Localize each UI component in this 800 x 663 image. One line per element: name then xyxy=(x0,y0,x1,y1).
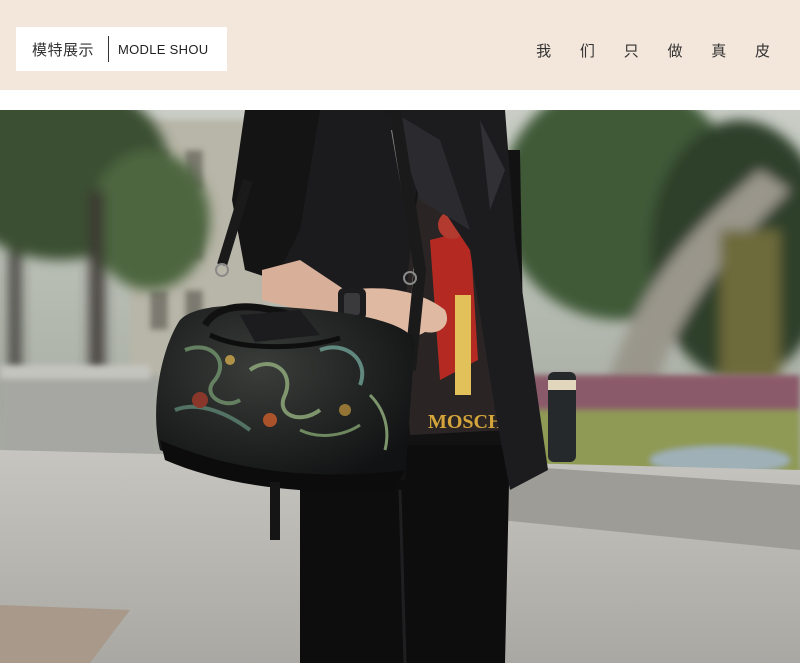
section-label-english: MODLE SHOU xyxy=(118,41,209,57)
label-divider xyxy=(108,36,110,62)
brand-tagline: 我 们 只 做 真 皮 xyxy=(536,42,782,60)
model-photo-illustration: MOSCHINO xyxy=(0,110,800,663)
section-label-chinese: 模特展示 xyxy=(32,40,95,59)
model-photo: MOSCHINO xyxy=(0,110,800,663)
header-banner: 模特展示 MODLE SHOU 我 们 只 做 真 皮 xyxy=(0,0,800,90)
section-label: 模特展示 MODLE SHOU xyxy=(16,27,227,71)
